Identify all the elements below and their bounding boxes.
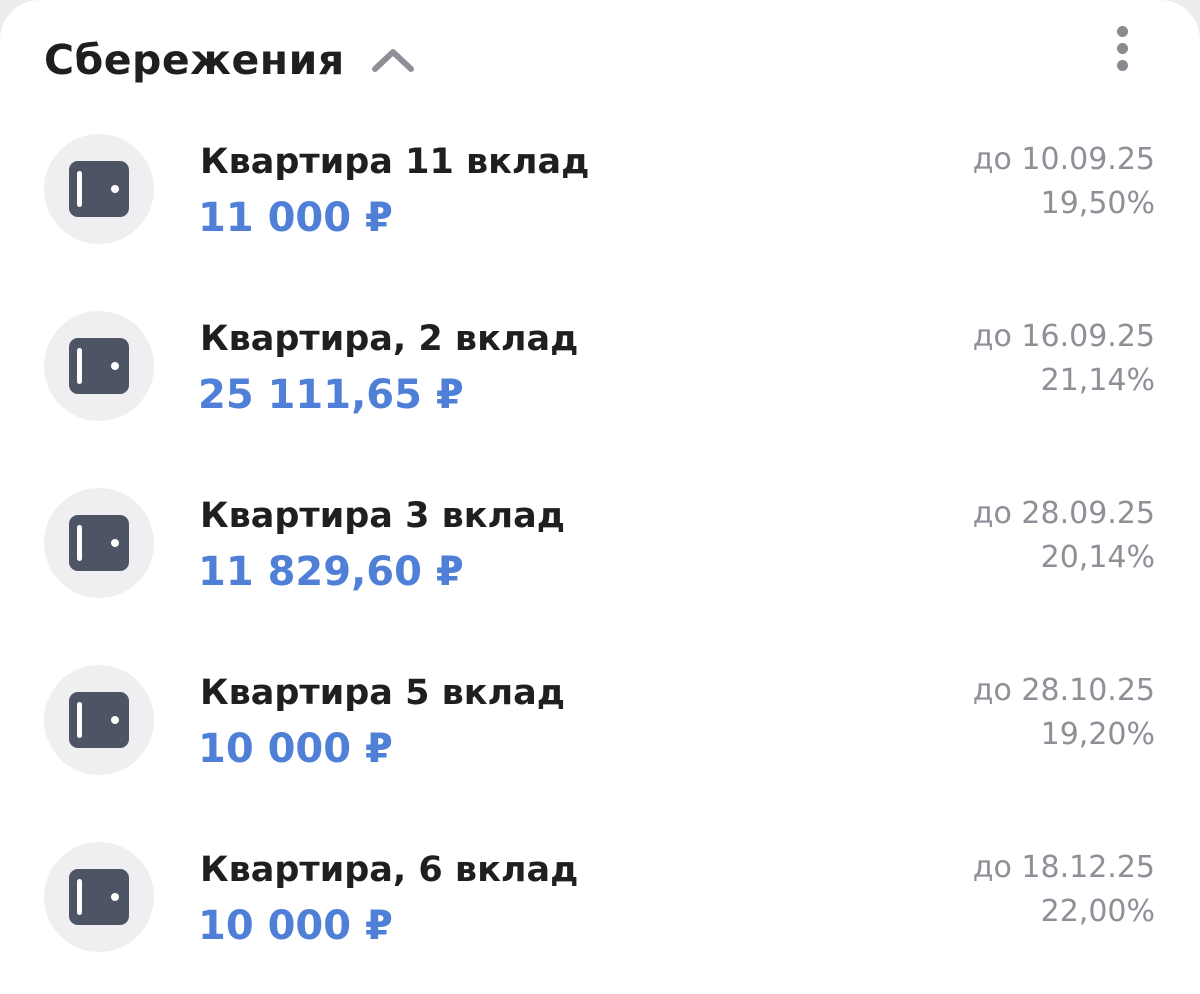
account-name: Квартира 5 вклад: [200, 673, 566, 713]
accounts-list: Квартира 11 вклад 11 000 ₽ до 10.09.25 1…: [0, 128, 1200, 994]
account-rate: 19,50%: [1040, 186, 1155, 221]
more-options-button[interactable]: [1102, 20, 1142, 76]
account-end-date: до 10.09.25: [972, 142, 1155, 177]
account-amount: 10 000 ₽: [198, 726, 393, 772]
more-vertical-icon: [1116, 25, 1128, 37]
savings-card: Сбережения Квартира 11 вклад 11 000 ₽ до: [0, 0, 1200, 994]
account-rate: 22,00%: [1040, 894, 1155, 929]
account-name: Квартира, 2 вклад: [200, 319, 579, 359]
account-meta: до 16.09.25 21,14%: [973, 315, 1155, 403]
account-meta: до 18.12.25 22,00%: [973, 846, 1155, 934]
account-amount: 25 111,65 ₽: [198, 372, 464, 418]
section-title: Сбережения: [44, 36, 345, 84]
account-amount: 10 000 ₽: [198, 903, 393, 949]
account-meta: до 28.09.25 20,14%: [973, 492, 1155, 580]
account-amount: 11 000 ₽: [198, 195, 393, 241]
account-rate: 19,20%: [1040, 717, 1155, 752]
wallet-icon: [44, 488, 154, 598]
account-name: Квартира 3 вклад: [200, 496, 566, 536]
savings-header[interactable]: Сбережения: [44, 30, 415, 90]
wallet-icon: [44, 842, 154, 952]
account-row[interactable]: Квартира 3 вклад 11 829,60 ₽ до 28.09.25…: [0, 482, 1200, 659]
wallet-icon: [44, 134, 154, 244]
account-name: Квартира 11 вклад: [200, 142, 590, 182]
account-row[interactable]: Квартира 5 вклад 10 000 ₽ до 28.10.25 19…: [0, 659, 1200, 836]
account-end-date: до 28.09.25: [972, 496, 1155, 531]
account-meta: до 10.09.25 19,50%: [973, 138, 1155, 226]
account-row[interactable]: Квартира 11 вклад 11 000 ₽ до 10.09.25 1…: [0, 128, 1200, 305]
account-meta: до 28.10.25 19,20%: [973, 669, 1155, 757]
account-amount: 11 829,60 ₽: [198, 549, 464, 595]
wallet-icon: [44, 665, 154, 775]
account-end-date: до 18.12.25: [972, 850, 1155, 885]
wallet-icon: [44, 311, 154, 421]
account-rate: 20,14%: [1040, 540, 1155, 575]
chevron-up-icon[interactable]: [371, 45, 415, 75]
account-end-date: до 16.09.25: [972, 319, 1155, 354]
account-name: Квартира, 6 вклад: [200, 850, 579, 890]
account-end-date: до 28.10.25: [972, 673, 1155, 708]
account-row[interactable]: Квартира, 6 вклад 10 000 ₽ до 18.12.25 2…: [0, 836, 1200, 994]
account-row[interactable]: Квартира, 2 вклад 25 111,65 ₽ до 16.09.2…: [0, 305, 1200, 482]
account-rate: 21,14%: [1040, 363, 1155, 398]
